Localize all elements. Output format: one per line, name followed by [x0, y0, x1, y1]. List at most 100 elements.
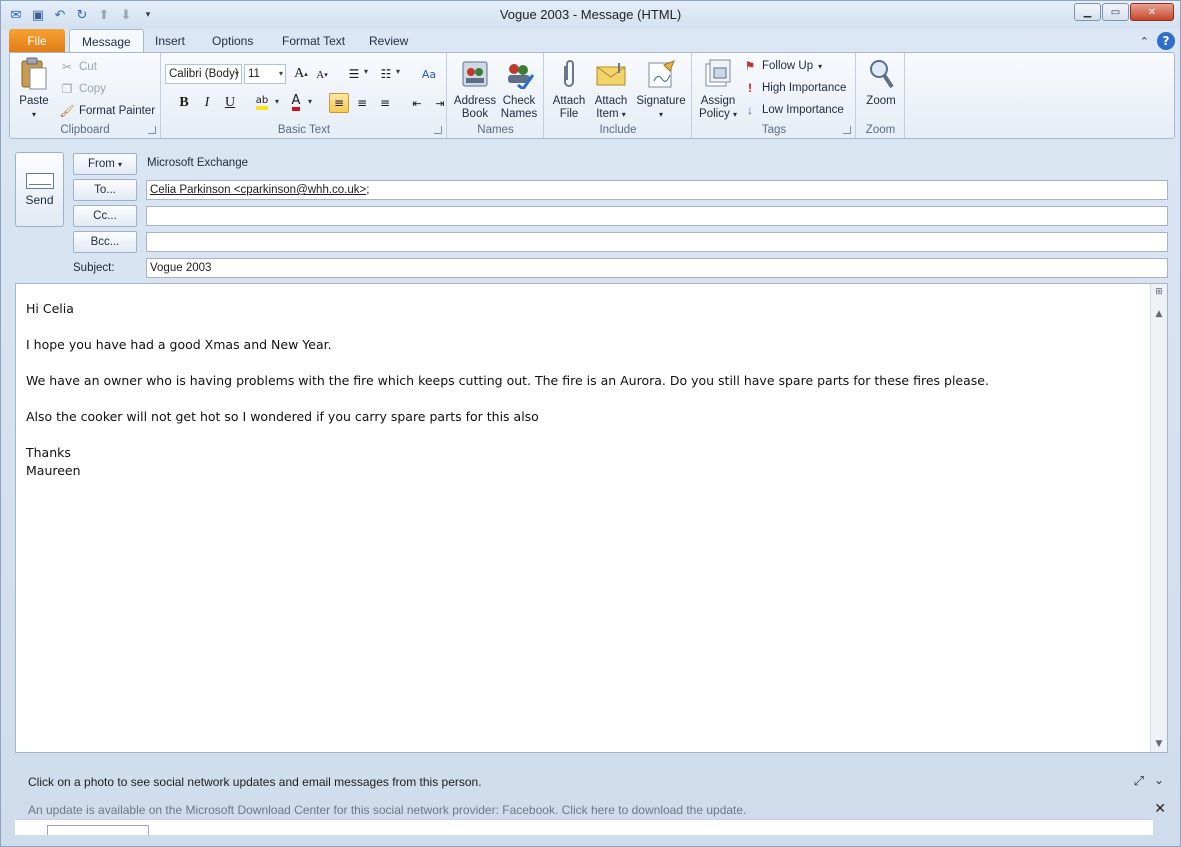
bcc-button[interactable]: Bcc... [73, 231, 137, 253]
body-line: Thanks [26, 445, 71, 460]
address-book-button[interactable]: Address Book [453, 57, 497, 121]
scroll-down-icon[interactable]: ▼ [1153, 738, 1165, 750]
names-group: Address Book Check Names Names [448, 53, 544, 138]
magnifier-icon [865, 57, 897, 91]
follow-up-button[interactable]: ⚑ Follow Up ▾ [743, 57, 823, 75]
bullets-icon: ☰ [348, 67, 360, 81]
bcc-field[interactable] [146, 232, 1168, 252]
copy-button[interactable]: ❐ Copy [60, 80, 106, 98]
check-names-label-1: Check [502, 95, 536, 107]
people-pane-strip [15, 819, 1153, 835]
body-line: We have an owner who is having problems … [26, 373, 989, 388]
from-button[interactable]: From ▾ [73, 153, 137, 175]
close-button[interactable]: ✕ [1130, 3, 1174, 21]
styles-icon: Aa [421, 67, 437, 81]
copy-icon: ❐ [61, 82, 73, 96]
bullets-button[interactable]: ☰ [344, 64, 364, 84]
assign-policy-button[interactable]: Assign Policy ▾ [696, 57, 740, 121]
basic-text-launcher-icon[interactable] [434, 126, 442, 134]
ribbon: Paste ▾ ✂ Cut ❐ Copy 🖌 Format Painter Cl… [9, 52, 1175, 139]
cc-button[interactable]: Cc... [73, 205, 137, 227]
basic-text-group: Calibri (Body) ▾ 11 ▾ A ▴ A ▾ ☰ ▾ ☷ ▾ Aa B… [162, 53, 447, 138]
tab-file[interactable]: File [9, 29, 65, 53]
format-painter-label: Format Painter [79, 105, 156, 117]
high-importance-button[interactable]: ! High Importance [743, 79, 846, 97]
zoom-button[interactable]: Zoom [861, 57, 901, 108]
attach-item-button[interactable]: Attach Item ▾ [591, 57, 631, 121]
tags-launcher-icon[interactable] [843, 126, 851, 134]
decrease-indent-icon: ⇤ [412, 96, 422, 110]
to-field[interactable]: Celia Parkinson <cparkinson@whh.co.uk>; [146, 180, 1168, 200]
zoom-group: Zoom Zoom [857, 53, 905, 138]
highlight-button[interactable]: ab [252, 93, 272, 113]
format-painter-button[interactable]: 🖌 Format Painter [59, 102, 156, 120]
message-body[interactable]: Hi Celia I hope you have had a good Xmas… [15, 283, 1168, 753]
paste-button[interactable]: Paste ▾ [16, 57, 52, 121]
people-pane-info: Click on a photo to see social network u… [28, 775, 482, 789]
check-names-button[interactable]: Check Names [498, 57, 540, 121]
low-importance-button[interactable]: ↓ Low Importance [743, 101, 844, 119]
font-size-select[interactable]: 11 ▾ [244, 64, 286, 84]
tab-insert[interactable]: Insert [143, 29, 197, 53]
send-button[interactable]: Send [15, 152, 64, 227]
font-color-icon: A [291, 94, 301, 111]
vertical-scrollbar[interactable]: ⊞ ▲ ▼ [1150, 284, 1167, 752]
italic-button[interactable]: I [197, 93, 217, 113]
close-icon[interactable]: ✕ [1154, 801, 1166, 817]
underline-button[interactable]: U [220, 93, 240, 113]
tab-review[interactable]: Review [357, 29, 420, 53]
signature-button[interactable]: Signature ▾ [634, 57, 688, 121]
tab-options[interactable]: Options [200, 29, 265, 53]
check-names-icon [503, 57, 535, 91]
signature-icon [645, 57, 677, 91]
bullets-dropdown-icon[interactable]: ▾ [364, 67, 368, 76]
recipient-chip[interactable]: Celia Parkinson <cparkinson@whh.co.uk> [150, 184, 366, 196]
body-line: Maureen [26, 463, 81, 478]
grow-font-button[interactable]: A ▴ [291, 64, 311, 84]
tab-format-text[interactable]: Format Text [270, 29, 357, 53]
people-pane-tab[interactable] [47, 825, 149, 835]
increase-indent-button[interactable]: ⇥ [430, 93, 450, 113]
subject-field[interactable]: Vogue 2003 [146, 258, 1168, 278]
to-button[interactable]: To... [73, 179, 137, 201]
bold-button[interactable]: B [174, 93, 194, 113]
attach-file-label-1: Attach [552, 95, 586, 107]
decrease-indent-button[interactable]: ⇤ [407, 93, 427, 113]
tab-message[interactable]: Message [69, 29, 144, 53]
align-center-button[interactable]: ≡ [352, 93, 372, 113]
help-icon[interactable]: ? [1157, 32, 1175, 50]
styles-button[interactable]: Aa [419, 64, 439, 84]
paste-label: Paste [19, 95, 49, 107]
align-left-button[interactable]: ≡ [329, 93, 349, 113]
tags-group: Assign Policy ▾ ⚑ Follow Up ▾ ! High Imp… [693, 53, 856, 138]
expand-icon[interactable]: ⤢ [1134, 774, 1144, 789]
scroll-up-icon[interactable]: ▲ [1153, 308, 1165, 320]
zoom-label: Zoom [866, 95, 896, 107]
policy-icon [702, 57, 734, 91]
ruler-toggle-icon[interactable]: ⊞ [1153, 286, 1165, 298]
bold-label: B [179, 95, 189, 110]
paperclip-icon [553, 57, 585, 91]
font-color-dropdown-icon[interactable]: ▾ [308, 97, 312, 106]
cut-button[interactable]: ✂ Cut [60, 58, 97, 76]
clipboard-launcher-icon[interactable] [148, 126, 156, 134]
numbering-button[interactable]: ☷ [376, 64, 396, 84]
highlight-dropdown-icon[interactable]: ▾ [275, 97, 279, 106]
maximize-button[interactable]: ▭ [1102, 3, 1129, 21]
font-color-button[interactable]: A [286, 93, 306, 113]
copy-label: Copy [79, 83, 106, 95]
minimize-ribbon-icon[interactable]: ⌃ [1140, 35, 1149, 48]
update-notice-link[interactable]: An update is available on the Microsoft … [28, 803, 746, 817]
attach-file-button[interactable]: Attach File [549, 57, 589, 121]
cc-field[interactable] [146, 206, 1168, 226]
high-importance-label: High Importance [762, 82, 847, 94]
numbering-dropdown-icon[interactable]: ▾ [396, 67, 400, 76]
font-name-select[interactable]: Calibri (Body) ▾ [165, 64, 242, 84]
align-left-icon: ≡ [333, 96, 345, 110]
shrink-font-button[interactable]: A ▾ [312, 65, 332, 85]
minimize-button[interactable]: ▁ [1074, 3, 1101, 21]
chevron-down-icon[interactable]: ⌄ [1154, 773, 1164, 787]
ribbon-right-controls: ⌃ ? [1140, 32, 1175, 50]
align-right-button[interactable]: ≡ [375, 93, 395, 113]
ribbon-tabs: File Message Insert Options Format Text … [9, 29, 1179, 53]
